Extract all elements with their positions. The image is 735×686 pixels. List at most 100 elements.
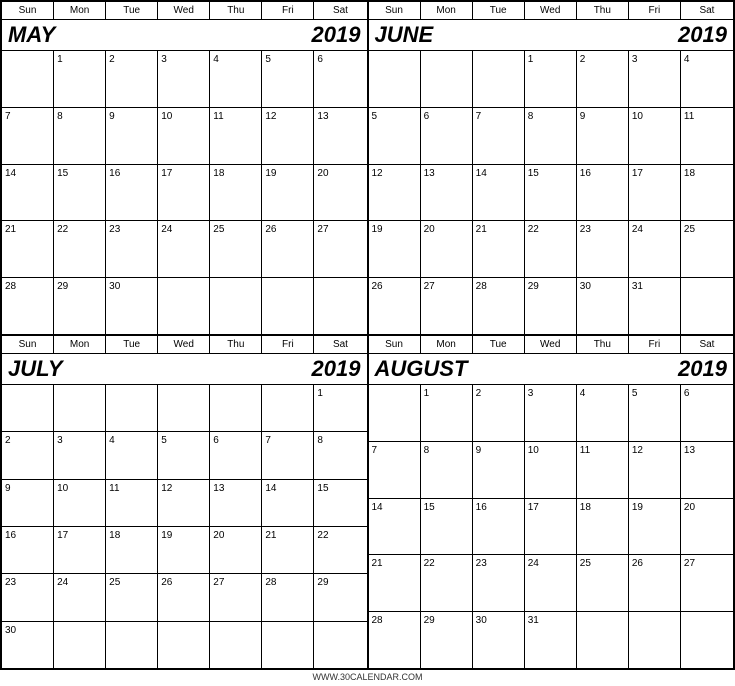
may-day-cell: 30 <box>106 278 158 334</box>
june-year: 2019 <box>678 24 727 46</box>
july-day-cell: 25 <box>106 574 158 620</box>
may-day-cell: 11 <box>210 108 262 164</box>
august-day-cell: 4 <box>577 385 629 441</box>
july-header-row: SunMonTueWedThuFriSat <box>2 336 367 354</box>
june-body: 1234567891011121314151617181920212223242… <box>369 51 734 334</box>
june-day-cell: 23 <box>577 221 629 277</box>
august-day-label: Mon <box>421 336 473 353</box>
may-day-cell <box>210 278 262 334</box>
july-day-cell: 30 <box>2 622 54 668</box>
may-week-0: 123456 <box>2 51 367 108</box>
june-day-label: Tue <box>473 2 525 19</box>
july-day-cell <box>54 385 106 431</box>
august-day-cell: 30 <box>473 612 525 668</box>
july-day-cell <box>262 622 314 668</box>
august-day-cell: 17 <box>525 499 577 555</box>
june-day-cell: 22 <box>525 221 577 277</box>
august-header-row: SunMonTueWedThuFriSat <box>369 336 734 354</box>
may-day-cell <box>262 278 314 334</box>
may-body: 1234567891011121314151617181920212223242… <box>2 51 367 334</box>
august-day-label: Fri <box>629 336 681 353</box>
may-day-cell: 18 <box>210 165 262 221</box>
july-day-cell: 11 <box>106 480 158 526</box>
june-day-cell: 17 <box>629 165 681 221</box>
may-week-1: 78910111213 <box>2 108 367 165</box>
may-day-label: Sat <box>314 2 366 19</box>
june-day-cell <box>421 51 473 107</box>
june-day-cell: 19 <box>369 221 421 277</box>
may-week-2: 14151617181920 <box>2 165 367 222</box>
june-day-cell: 4 <box>681 51 733 107</box>
calendar-june: SunMonTueWedThuFriSatJUNE201912345678910… <box>368 1 735 335</box>
august-day-cell: 8 <box>421 442 473 498</box>
august-day-cell: 29 <box>421 612 473 668</box>
august-day-cell: 9 <box>473 442 525 498</box>
june-day-cell: 11 <box>681 108 733 164</box>
august-month-name: AUGUST <box>375 358 468 380</box>
august-day-cell: 31 <box>525 612 577 668</box>
june-day-cell: 24 <box>629 221 681 277</box>
may-day-cell: 23 <box>106 221 158 277</box>
may-day-label: Thu <box>210 2 262 19</box>
july-day-cell: 3 <box>54 432 106 478</box>
june-day-label: Thu <box>577 2 629 19</box>
july-day-cell <box>158 622 210 668</box>
june-day-cell: 28 <box>473 278 525 334</box>
may-day-label: Wed <box>158 2 210 19</box>
july-day-label: Sun <box>2 336 54 353</box>
may-day-cell: 4 <box>210 51 262 107</box>
june-day-cell: 16 <box>577 165 629 221</box>
calendar-july: SunMonTueWedThuFriSatJULY201912345678910… <box>1 335 368 669</box>
june-day-cell <box>681 278 733 334</box>
may-month-name: MAY <box>8 24 55 46</box>
july-week-5: 30 <box>2 622 367 668</box>
august-day-label: Sat <box>681 336 733 353</box>
july-day-cell <box>54 622 106 668</box>
august-day-cell: 14 <box>369 499 421 555</box>
june-day-cell: 13 <box>421 165 473 221</box>
june-day-cell: 15 <box>525 165 577 221</box>
june-day-cell: 6 <box>421 108 473 164</box>
july-day-cell: 4 <box>106 432 158 478</box>
may-day-cell: 2 <box>106 51 158 107</box>
june-day-cell: 20 <box>421 221 473 277</box>
july-day-label: Wed <box>158 336 210 353</box>
august-body: 1234567891011121314151617181920212223242… <box>369 385 734 668</box>
may-day-cell: 17 <box>158 165 210 221</box>
august-week-3: 21222324252627 <box>369 555 734 612</box>
may-day-cell: 15 <box>54 165 106 221</box>
august-day-label: Tue <box>473 336 525 353</box>
june-day-cell <box>473 51 525 107</box>
july-day-cell: 23 <box>2 574 54 620</box>
july-day-cell: 18 <box>106 527 158 573</box>
june-day-cell: 1 <box>525 51 577 107</box>
june-day-cell: 10 <box>629 108 681 164</box>
august-day-cell <box>629 612 681 668</box>
june-week-3: 19202122232425 <box>369 221 734 278</box>
august-day-cell: 26 <box>629 555 681 611</box>
august-day-cell: 7 <box>369 442 421 498</box>
june-week-4: 262728293031 <box>369 278 734 334</box>
july-day-cell <box>2 385 54 431</box>
august-title-row: AUGUST2019 <box>369 354 734 385</box>
july-day-label: Fri <box>262 336 314 353</box>
june-header-row: SunMonTueWedThuFriSat <box>369 2 734 20</box>
august-week-4: 28293031 <box>369 612 734 668</box>
june-day-cell: 8 <box>525 108 577 164</box>
july-day-label: Mon <box>54 336 106 353</box>
august-day-cell: 18 <box>577 499 629 555</box>
may-day-cell: 20 <box>314 165 366 221</box>
july-day-label: Sat <box>314 336 366 353</box>
calendars-grid: SunMonTueWedThuFriSatMAY2019123456789101… <box>0 0 735 670</box>
august-day-cell: 13 <box>681 442 733 498</box>
july-day-cell: 19 <box>158 527 210 573</box>
july-title-row: JULY2019 <box>2 354 367 385</box>
august-day-cell: 27 <box>681 555 733 611</box>
august-day-cell: 23 <box>473 555 525 611</box>
august-day-label: Thu <box>577 336 629 353</box>
july-week-1: 2345678 <box>2 432 367 479</box>
may-day-cell: 10 <box>158 108 210 164</box>
may-day-label: Tue <box>106 2 158 19</box>
july-week-4: 23242526272829 <box>2 574 367 621</box>
july-day-cell: 2 <box>2 432 54 478</box>
